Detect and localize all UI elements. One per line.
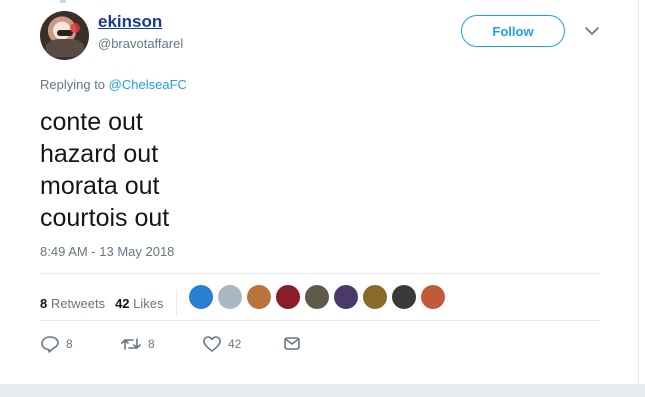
like-count: 42 — [228, 337, 242, 351]
liker-avatar[interactable] — [189, 285, 213, 309]
replying-prefix: Replying to — [40, 77, 106, 92]
retweet-icon — [121, 338, 141, 350]
liker-avatar[interactable] — [334, 285, 358, 309]
retweets-label: Retweets — [50, 295, 106, 311]
follow-button[interactable]: Follow — [461, 15, 565, 47]
thread-line — [60, 0, 66, 3]
replying-to: Replying to @ChelseaFC — [40, 77, 187, 92]
liker-avatar[interactable] — [363, 285, 387, 309]
heart-icon — [203, 336, 221, 352]
retweets-count: 8 — [40, 295, 48, 311]
like-button[interactable]: 42 — [202, 335, 282, 353]
tweet-stats: 8 Retweets 42 Likes — [40, 290, 185, 316]
stats-separator — [175, 290, 177, 316]
liker-avatar[interactable] — [305, 285, 329, 309]
tweet-line: conte out — [40, 108, 143, 136]
retweet-button[interactable]: 8 — [120, 335, 202, 353]
user-name[interactable]: ekinson — [98, 12, 162, 32]
divider — [40, 320, 600, 321]
likers-avatars — [189, 285, 450, 309]
likes-stat[interactable]: 42 Likes — [115, 296, 163, 311]
divider — [40, 273, 600, 274]
tweet-line: morata out — [40, 172, 160, 200]
direct-message-button[interactable] — [282, 335, 302, 353]
liker-avatar[interactable] — [247, 285, 271, 309]
reply-icon — [41, 336, 59, 353]
reply-button[interactable]: 8 — [40, 335, 120, 353]
liker-avatar[interactable] — [392, 285, 416, 309]
likes-count: 42 — [115, 295, 130, 311]
user-handle: @bravotaffarel — [98, 36, 184, 51]
tweet-actions: 8 8 42 — [40, 335, 302, 353]
reply-count: 8 — [66, 337, 73, 351]
page-border — [638, 0, 639, 384]
liker-avatar[interactable] — [276, 285, 300, 309]
tweet-line: hazard out — [40, 140, 159, 168]
replying-mention-link[interactable]: @ChelseaFC — [109, 77, 187, 92]
liker-avatar[interactable] — [421, 285, 445, 309]
retweet-count: 8 — [148, 337, 155, 351]
envelope-icon — [284, 337, 300, 350]
tweet-card: ekinson @bravotaffarel Follow Replying t… — [0, 0, 638, 384]
page-background-strip — [0, 384, 645, 397]
liker-avatar[interactable] — [218, 285, 242, 309]
timestamp[interactable]: 8:49 AM - 13 May 2018 — [40, 244, 174, 259]
likes-label: Likes — [133, 295, 164, 311]
avatar[interactable] — [40, 11, 89, 60]
chevron-down-icon[interactable] — [583, 22, 601, 40]
tweet-text: conte out hazard out morata out courtois… — [40, 106, 169, 234]
tweet-line: courtois out — [40, 204, 170, 232]
retweets-stat[interactable]: 8 Retweets — [40, 296, 105, 311]
